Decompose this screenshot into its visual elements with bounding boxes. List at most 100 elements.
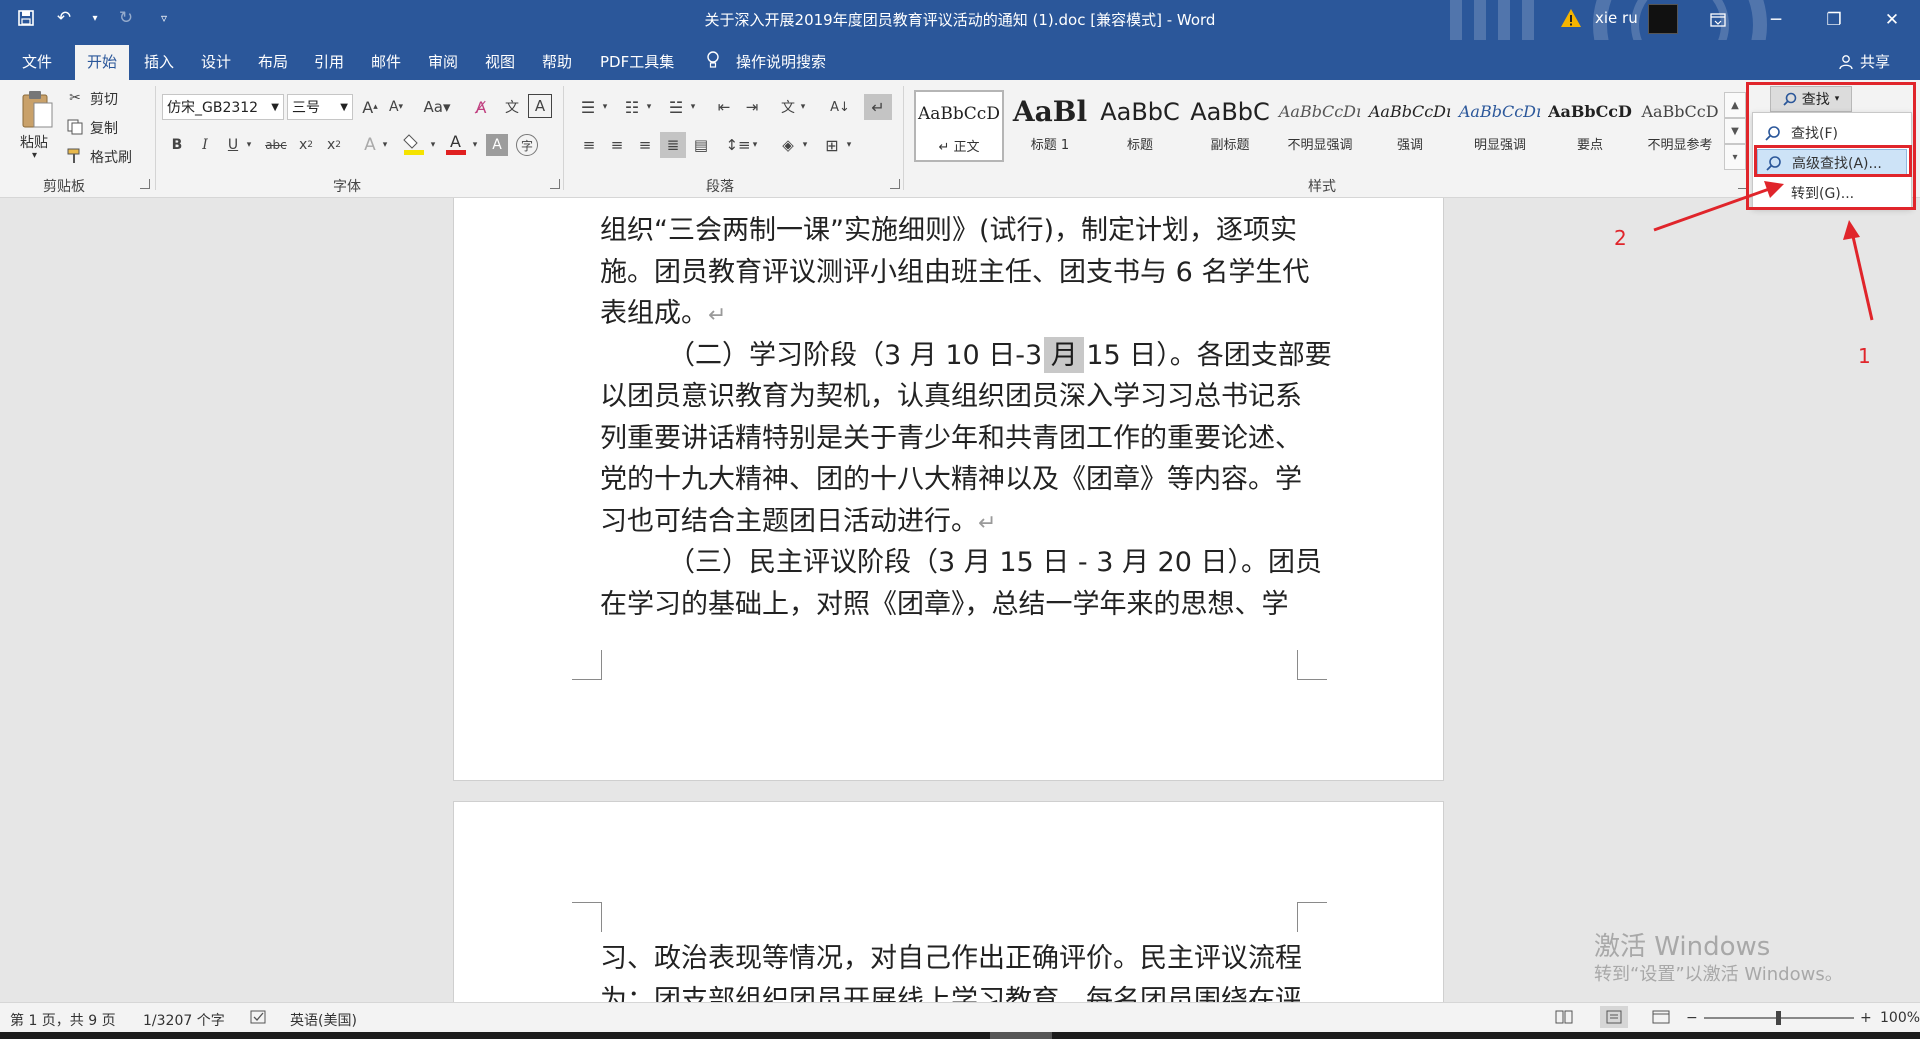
- paragraph-dialog-launcher[interactable]: [890, 179, 900, 189]
- chinese-layout-dropdown-icon[interactable]: ▾: [798, 96, 808, 118]
- clipboard-dialog-launcher[interactable]: [140, 179, 150, 189]
- lightbulb-icon[interactable]: [706, 51, 720, 73]
- tab-review[interactable]: 审阅: [428, 51, 458, 72]
- distributed-icon[interactable]: ▤: [690, 134, 712, 156]
- phonetic-guide-icon[interactable]: 文: [500, 94, 524, 120]
- paste-icon[interactable]: [18, 88, 58, 132]
- zoom-out-icon[interactable]: −: [1686, 1010, 1698, 1026]
- line-spacing-dropdown-icon[interactable]: ▾: [750, 134, 760, 156]
- ribbon-display-options-icon[interactable]: [1692, 0, 1744, 40]
- avatar[interactable]: [1648, 4, 1678, 34]
- menu-item-goto[interactable]: 转到(G)...: [1757, 179, 1907, 207]
- style-subtle-emphasis[interactable]: AaBbCcDı 不明显强调: [1275, 90, 1365, 162]
- multilevel-list-dropdown-icon[interactable]: ▾: [688, 96, 698, 118]
- zoom-in-icon[interactable]: +: [1860, 1010, 1872, 1026]
- restore-icon[interactable]: ❐: [1808, 0, 1860, 40]
- bullets-icon[interactable]: ☰: [576, 96, 600, 118]
- gallery-more-icon[interactable]: ▾: [1724, 144, 1746, 170]
- tab-pdf-tools[interactable]: PDF工具集: [600, 51, 674, 72]
- borders-icon[interactable]: ⊞: [820, 134, 844, 156]
- user-name[interactable]: xie ru: [1595, 9, 1638, 27]
- justify-icon[interactable]: ≣: [660, 132, 686, 158]
- align-right-icon[interactable]: ≡: [634, 134, 656, 156]
- clear-formatting-icon[interactable]: A̸: [470, 96, 492, 118]
- styles-dialog-launcher[interactable]: [1738, 179, 1748, 189]
- cut-button[interactable]: 剪切: [90, 89, 118, 109]
- style-heading-1[interactable]: AaBl 标题 1: [1005, 90, 1095, 162]
- align-center-icon[interactable]: ≡: [606, 134, 628, 156]
- undo-dropdown-icon[interactable]: ▾: [90, 6, 100, 30]
- style-emphasis[interactable]: AaBbCcDı 强调: [1365, 90, 1455, 162]
- menu-item-find[interactable]: 查找(F): [1757, 119, 1907, 147]
- style-subtitle[interactable]: AaBbC 副标题: [1185, 90, 1275, 162]
- cut-icon[interactable]: ✂: [66, 88, 84, 108]
- redo-icon[interactable]: ↻: [114, 6, 138, 30]
- copy-button[interactable]: 复制: [90, 118, 118, 138]
- zoom-slider-thumb[interactable]: [1776, 1011, 1781, 1025]
- tab-home[interactable]: 开始: [75, 45, 130, 80]
- underline-icon[interactable]: U: [224, 134, 242, 156]
- bold-icon[interactable]: B: [168, 134, 186, 156]
- word-count[interactable]: 1/3207 个字: [143, 1010, 225, 1030]
- text-effects-icon[interactable]: A: [360, 134, 380, 156]
- font-name-combo[interactable]: 仿宋_GB2312 ▼: [162, 94, 284, 120]
- style-title[interactable]: AaBbC 标题: [1095, 90, 1185, 162]
- font-dialog-launcher[interactable]: [550, 179, 560, 189]
- numbering-dropdown-icon[interactable]: ▾: [644, 96, 654, 118]
- font-color-icon[interactable]: A: [444, 130, 468, 158]
- text-effects-dropdown-icon[interactable]: ▾: [380, 134, 390, 156]
- tab-help[interactable]: 帮助: [542, 51, 572, 72]
- proofing-icon[interactable]: [250, 1010, 268, 1030]
- highlight-dropdown-icon[interactable]: ▾: [428, 134, 438, 156]
- borders-dropdown-icon[interactable]: ▾: [844, 134, 854, 156]
- style-strong[interactable]: AaBbCcD 要点: [1545, 90, 1635, 162]
- chinese-layout-icon[interactable]: 文: [776, 96, 800, 118]
- web-layout-icon[interactable]: [1652, 1010, 1670, 1028]
- paste-button[interactable]: 粘贴: [20, 132, 48, 152]
- character-border-icon[interactable]: A: [528, 94, 552, 118]
- menu-item-advanced-find[interactable]: 高级查找(A)...: [1757, 149, 1907, 177]
- numbering-icon[interactable]: ☷: [620, 96, 644, 118]
- shading-icon[interactable]: ◈: [776, 134, 800, 156]
- superscript-icon[interactable]: x2: [322, 134, 346, 156]
- character-shading-icon[interactable]: A: [486, 134, 508, 156]
- subscript-icon[interactable]: x2: [294, 134, 318, 156]
- customize-qat-icon[interactable]: ▿: [152, 6, 176, 30]
- shading-dropdown-icon[interactable]: ▾: [800, 134, 810, 156]
- language[interactable]: 英语(美国): [290, 1010, 357, 1030]
- align-left-icon[interactable]: ≡: [578, 134, 600, 156]
- highlight-icon[interactable]: [402, 130, 426, 158]
- share-button[interactable]: 共享: [1838, 51, 1890, 72]
- strikethrough-icon[interactable]: abc: [262, 134, 290, 156]
- paste-dropdown-icon[interactable]: ▾: [32, 150, 37, 161]
- style-intense-emphasis[interactable]: AaBbCcDı 明显强调: [1455, 90, 1545, 162]
- close-icon[interactable]: ✕: [1866, 0, 1918, 40]
- show-formatting-marks-icon[interactable]: ↵: [864, 94, 892, 120]
- sort-icon[interactable]: A↓: [828, 96, 852, 118]
- tab-mailings[interactable]: 邮件: [371, 51, 401, 72]
- decrease-indent-icon[interactable]: ⇤: [712, 96, 736, 118]
- line-spacing-icon[interactable]: ↕≡: [725, 134, 750, 156]
- page-count[interactable]: 第 1 页，共 9 页: [10, 1010, 116, 1030]
- underline-dropdown-icon[interactable]: ▾: [244, 134, 254, 156]
- enclose-characters-icon[interactable]: 字: [516, 134, 538, 156]
- minimize-icon[interactable]: ─: [1750, 0, 1802, 40]
- chevron-down-icon[interactable]: ▼: [1724, 118, 1746, 144]
- grow-font-icon[interactable]: A ▴: [360, 96, 380, 118]
- shrink-font-icon[interactable]: A ▾: [386, 96, 406, 118]
- save-icon[interactable]: [14, 6, 38, 30]
- change-case-icon[interactable]: Aa▾: [420, 96, 454, 118]
- zoom-level[interactable]: 100%: [1880, 1010, 1920, 1026]
- style-normal[interactable]: AaBbCcD ↵ 正文: [914, 90, 1004, 162]
- find-button[interactable]: 查找 ▾: [1770, 86, 1852, 112]
- tab-file[interactable]: 文件: [22, 51, 52, 72]
- format-painter-icon[interactable]: [66, 146, 84, 166]
- tab-view[interactable]: 视图: [485, 51, 515, 72]
- tell-me-search[interactable]: 操作说明搜索: [736, 51, 826, 72]
- warning-icon[interactable]: [1560, 7, 1582, 29]
- format-painter-button[interactable]: 格式刷: [90, 147, 132, 167]
- read-mode-icon[interactable]: [1555, 1010, 1573, 1028]
- print-layout-icon[interactable]: [1600, 1006, 1628, 1028]
- style-subtle-reference[interactable]: AaBbCcD 不明显参考: [1635, 90, 1725, 162]
- font-color-dropdown-icon[interactable]: ▾: [470, 134, 480, 156]
